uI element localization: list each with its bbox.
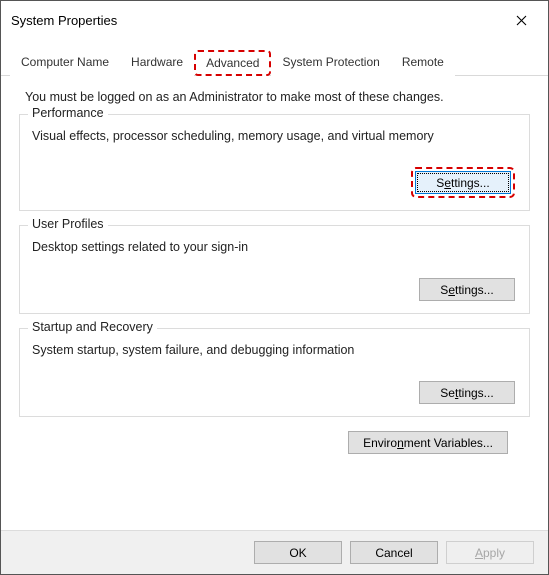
- user-profiles-settings-button[interactable]: Settings...: [419, 278, 515, 301]
- tab-hardware[interactable]: Hardware: [120, 50, 194, 76]
- group-user-profiles-desc: Desktop settings related to your sign-in: [30, 240, 519, 254]
- titlebar: System Properties: [1, 1, 548, 39]
- group-startup-recovery: Startup and Recovery System startup, sys…: [19, 328, 530, 417]
- highlight-performance-settings: Settings...: [411, 167, 515, 198]
- group-user-profiles: User Profiles Desktop settings related t…: [19, 225, 530, 314]
- cancel-button[interactable]: Cancel: [350, 541, 438, 564]
- close-button[interactable]: [506, 9, 536, 31]
- tab-remote[interactable]: Remote: [391, 50, 455, 76]
- group-startup-recovery-label: Startup and Recovery: [28, 320, 157, 334]
- close-icon: [516, 15, 527, 26]
- apply-button: Apply: [446, 541, 534, 564]
- group-user-profiles-label: User Profiles: [28, 217, 108, 231]
- performance-settings-button[interactable]: Settings...: [415, 171, 511, 194]
- environment-variables-button[interactable]: Environment Variables...: [348, 431, 508, 454]
- startup-recovery-settings-button[interactable]: Settings...: [419, 381, 515, 404]
- group-performance: Performance Visual effects, processor sc…: [19, 114, 530, 211]
- tab-system-protection[interactable]: System Protection: [271, 50, 390, 76]
- intro-text: You must be logged on as an Administrato…: [19, 90, 530, 104]
- group-performance-desc: Visual effects, processor scheduling, me…: [30, 129, 519, 143]
- group-startup-recovery-desc: System startup, system failure, and debu…: [30, 343, 519, 357]
- tab-content: You must be logged on as an Administrato…: [1, 76, 548, 466]
- ok-button[interactable]: OK: [254, 541, 342, 564]
- tab-computer-name[interactable]: Computer Name: [10, 50, 120, 76]
- tabs: Computer Name Hardware Advanced System P…: [1, 49, 548, 76]
- tab-advanced[interactable]: Advanced: [194, 50, 271, 76]
- window-title: System Properties: [11, 13, 117, 28]
- group-performance-label: Performance: [28, 106, 108, 120]
- dialog-footer: OK Cancel Apply: [1, 530, 548, 574]
